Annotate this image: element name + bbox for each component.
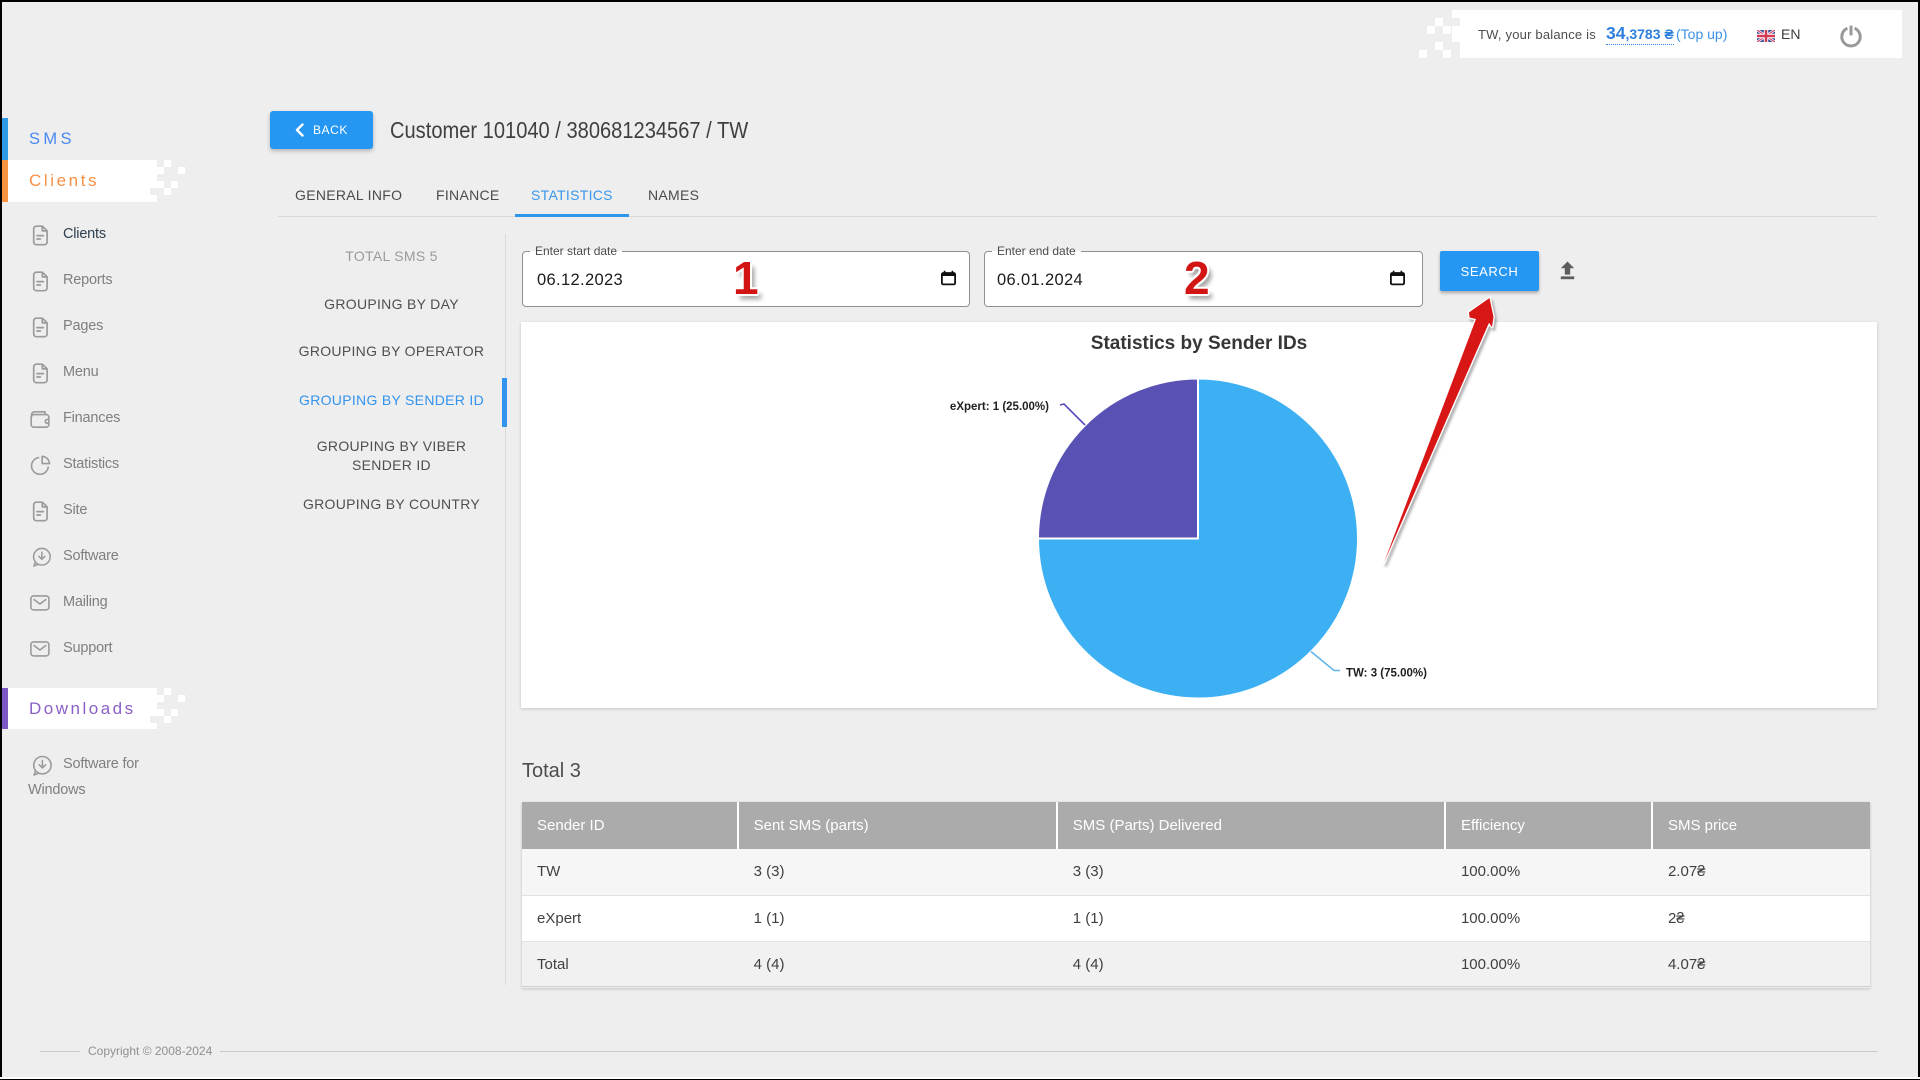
svg-text:TW: 3 (75.00%): TW: 3 (75.00%) — [1346, 668, 1427, 680]
svg-text:eXpert: 1 (25.00%): eXpert: 1 (25.00%) — [950, 401, 1049, 413]
